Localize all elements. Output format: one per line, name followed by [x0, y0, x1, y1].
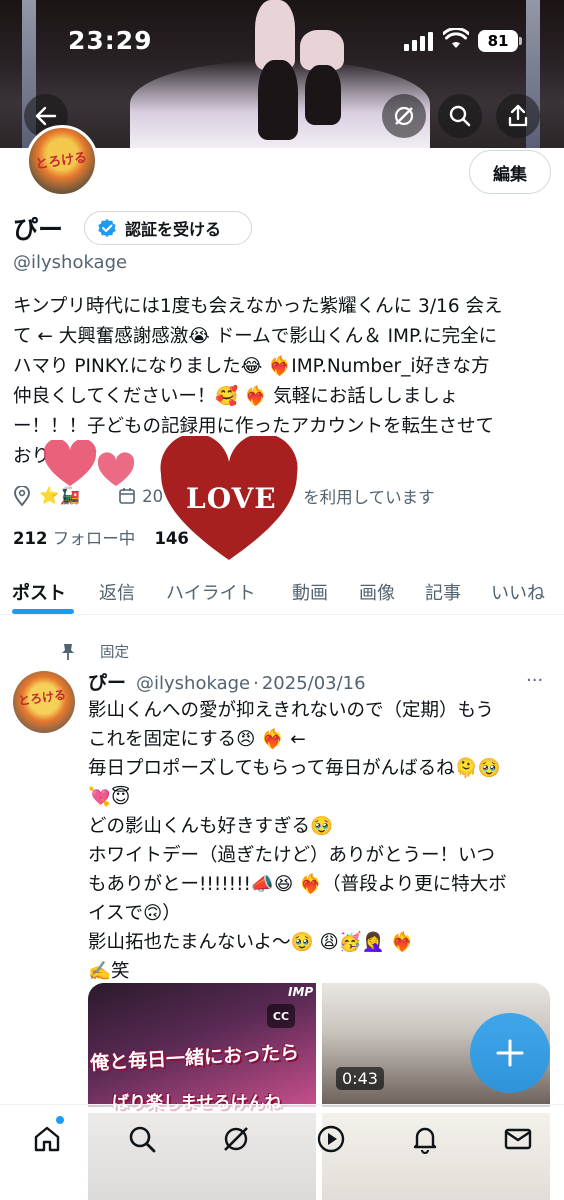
following-link[interactable]: 212 フォロー中 [13, 529, 135, 548]
play-icon [317, 1125, 345, 1153]
pinned-indicator: 固定 [60, 641, 129, 662]
post-line: 毎日プロポーズしてもらって毎日がんばるね🫠🥹 [88, 758, 501, 779]
arrow-left-icon [35, 106, 57, 126]
wifi-icon [443, 28, 469, 48]
post-line: ✍️笑 [88, 961, 130, 982]
post-more-button[interactable]: ··· [526, 670, 543, 691]
tab-videos[interactable]: 動画 [292, 579, 328, 605]
get-verified-label: 認証を受ける [125, 220, 222, 239]
video-brand-label: IMP [288, 985, 314, 999]
nav-home[interactable] [27, 1119, 67, 1159]
active-tab-indicator [12, 609, 74, 614]
post-author-avatar[interactable]: とろける [13, 671, 75, 733]
search-icon [449, 105, 471, 127]
following-label: フォロー中 [52, 529, 136, 548]
nav-messages[interactable] [498, 1119, 538, 1159]
bio-line: て ← 大興奮感謝感激😭 ドームで影山くん＆ IMP.に完全に [13, 326, 498, 347]
tab-highlights[interactable]: ハイライト [166, 579, 256, 605]
search-button[interactable] [438, 94, 482, 138]
bio-line: ハマり PINKY.になりました😂 ❤️‍🔥IMP.Number_i好きな方 [13, 356, 490, 377]
tab-articles[interactable]: 記事 [425, 579, 461, 605]
status-bar: 23:29 81 [0, 0, 564, 80]
post-author-name[interactable]: ぴー [88, 672, 126, 694]
nav-notifications[interactable] [405, 1119, 445, 1159]
nav-grok[interactable] [216, 1119, 256, 1159]
bio-line: 仲良くしてくださいー！🥰 ❤️‍🔥 気軽にお話ししましょ [13, 386, 459, 407]
video-duration: 0:43 [336, 1067, 384, 1090]
bio-line: キンプリ時代には1度も会えなかった紫耀くんに 3/16 会え [13, 296, 503, 317]
profile-avatar[interactable]: とろける [26, 125, 98, 197]
nav-search[interactable] [122, 1119, 162, 1159]
post-date[interactable]: 2025/03/16 [262, 673, 366, 694]
avatar-text: とろける [34, 150, 89, 173]
search-icon [129, 1126, 156, 1153]
heart-sticker-icon [43, 440, 97, 486]
home-icon [34, 1126, 60, 1152]
post-line: これを固定にする😠 ❤️‍🔥 ← [88, 729, 306, 750]
profile-joined-suffix: を利用しています [303, 488, 435, 507]
post-separator: · [253, 673, 259, 694]
compose-post-button[interactable] [470, 1013, 550, 1093]
get-verified-button[interactable]: 認証を受ける [84, 211, 252, 245]
profile-handle: @ilyshokage [13, 252, 128, 273]
cellular-signal-icon [404, 31, 434, 51]
location-pin-icon [14, 486, 30, 506]
following-count: 212 [13, 529, 48, 548]
post-header: ぴー @ilyshokage · 2025/03/16 [88, 668, 366, 695]
grok-icon [224, 1127, 248, 1151]
post-line: 影山くんへの愛が抑えきれないので（定期）もう [88, 700, 494, 721]
heart-sticker-icon [97, 452, 135, 486]
post-line: ホワイトデー（過ぎたけど）ありがとうー！いつ [88, 845, 496, 866]
post-line: もありがとー!!!!!!!📣😆 ❤️‍🔥（普段より更に特大ボ [88, 874, 507, 895]
post-author-handle[interactable]: @ilyshokage [136, 673, 250, 694]
profile-location: ⭐🚂 [39, 486, 81, 505]
home-notification-dot [56, 1116, 64, 1124]
closed-captions-badge: CC [267, 1004, 295, 1028]
avatar-text: とろける [17, 687, 67, 709]
post-line: 💘😇 [88, 787, 131, 808]
share-icon [508, 104, 528, 127]
calendar-icon [119, 488, 135, 504]
edit-profile-button[interactable]: 編集 [469, 150, 551, 194]
post-text: 影山くんへの愛が抑えきれないので（定期）もう これを固定にする😠 ❤️‍🔥 ← … [88, 696, 553, 986]
tab-images[interactable]: 画像 [359, 579, 395, 605]
pin-icon [62, 643, 74, 660]
tab-likes[interactable]: いいね [491, 579, 545, 605]
grok-button[interactable] [382, 94, 426, 138]
mail-icon [504, 1128, 532, 1150]
pinned-label: 固定 [100, 645, 129, 661]
plus-icon [496, 1039, 524, 1067]
post-line: イスで🙃） [88, 903, 181, 924]
bottom-navigation [0, 1104, 564, 1200]
status-time: 23:29 [68, 26, 153, 55]
verified-badge-icon [98, 219, 116, 237]
grok-icon [394, 106, 414, 126]
tab-replies[interactable]: 返信 [99, 579, 135, 605]
profile-name: ぴー [13, 215, 64, 244]
profile-tabs: ポスト 返信 ハイライト 動画 画像 記事 いいね [0, 565, 564, 615]
battery-indicator: 81 [478, 30, 522, 52]
love-sticker-text: LOVE [186, 482, 277, 515]
tab-posts[interactable]: ポスト [12, 579, 66, 605]
nav-video[interactable] [311, 1119, 351, 1159]
post-line: 影山拓也たまんないよ〜🥹 😩🥳🤦‍♀️ ❤️‍🔥 [88, 932, 414, 953]
post-line: どの影山くんも好きすぎる🥹 [88, 816, 334, 837]
share-button[interactable] [496, 94, 540, 138]
bell-icon [413, 1127, 437, 1154]
